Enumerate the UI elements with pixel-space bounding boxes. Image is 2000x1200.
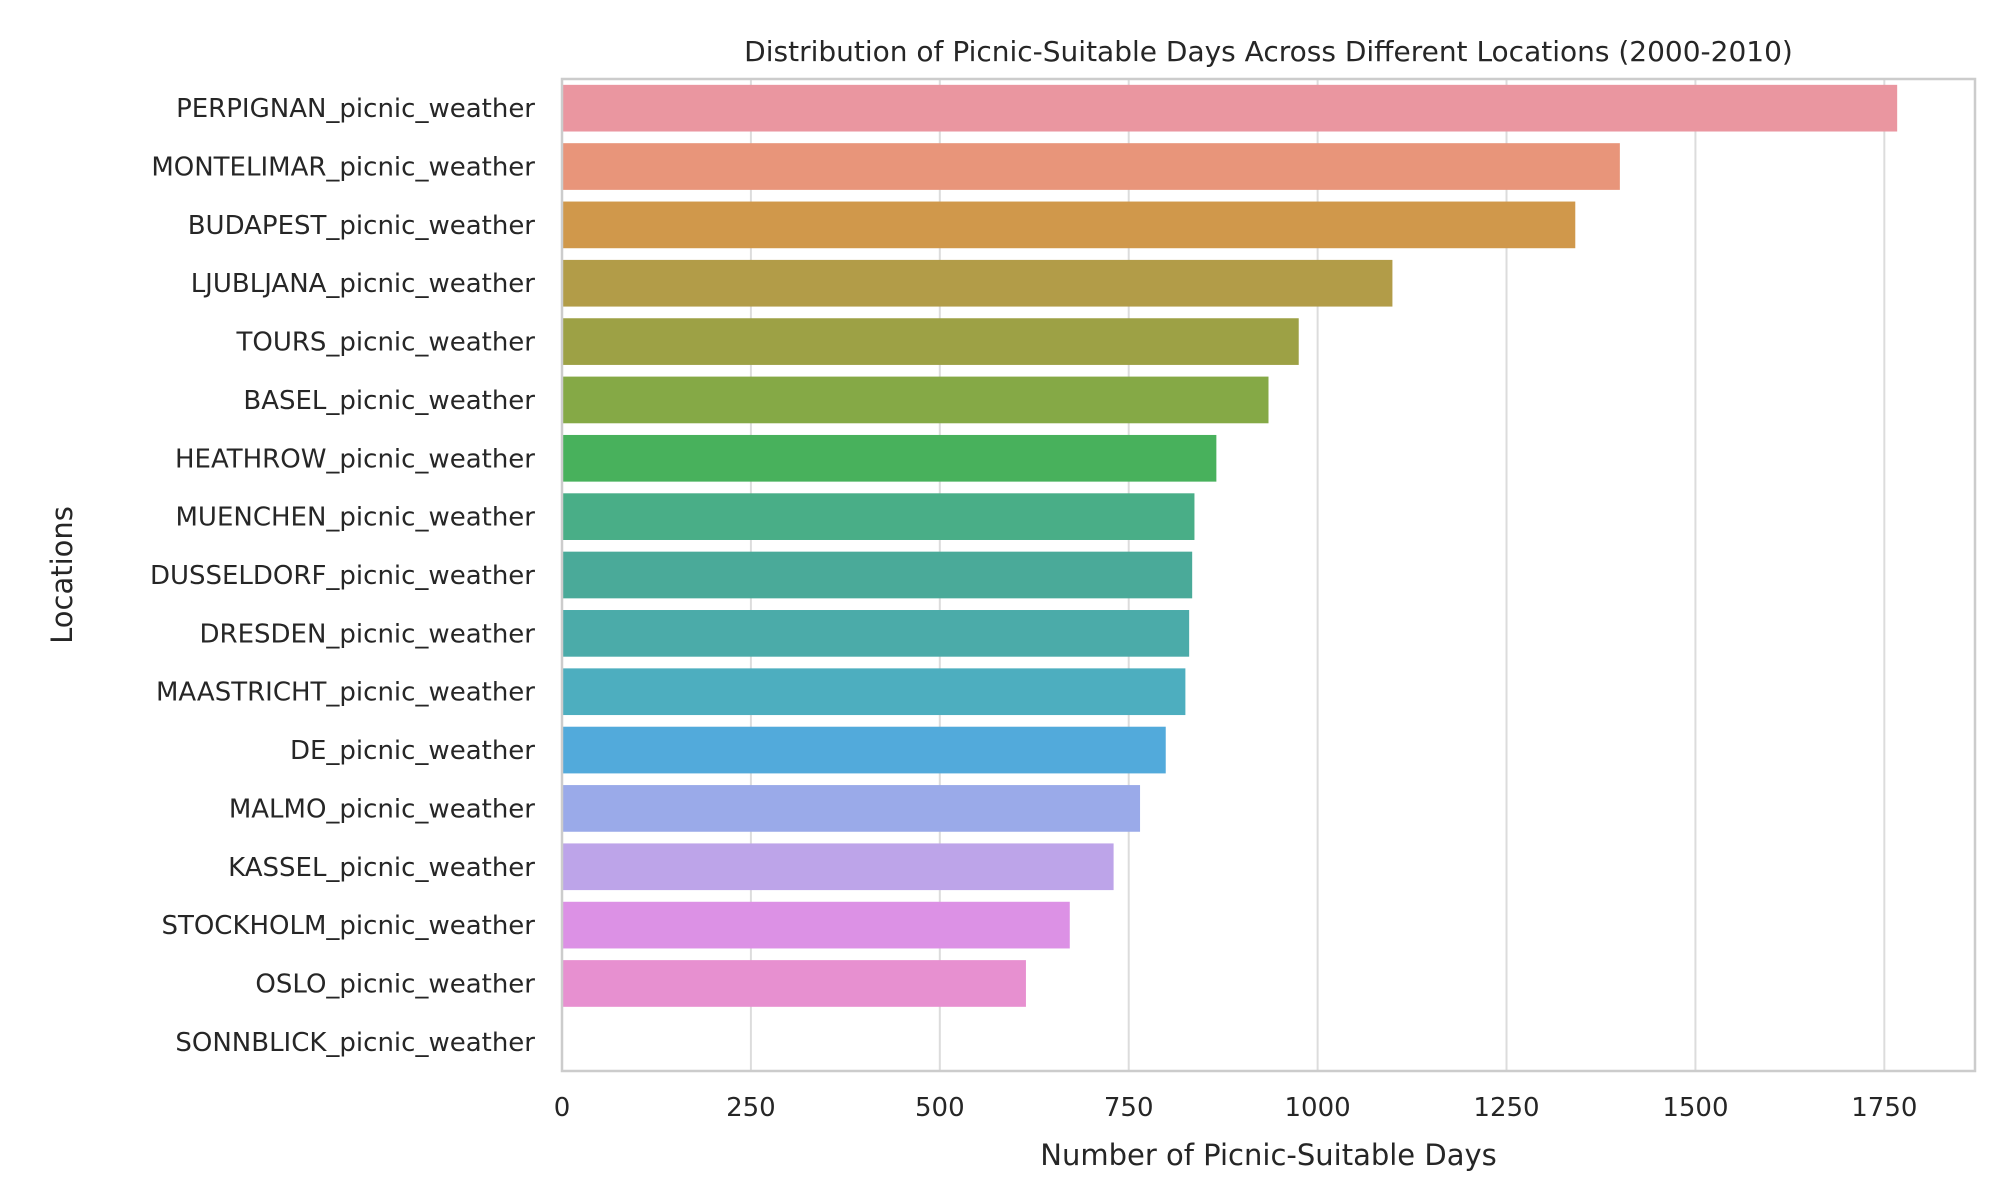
bar bbox=[562, 843, 1114, 891]
y-category-label: MONTELIMAR_picnic_weather bbox=[151, 153, 535, 183]
bar bbox=[562, 901, 1070, 949]
bar bbox=[562, 434, 1217, 482]
x-tick-label: 750 bbox=[1104, 1093, 1154, 1123]
x-tick-label: 1000 bbox=[1285, 1093, 1351, 1123]
x-tick-label: 250 bbox=[726, 1093, 776, 1123]
y-category-label: DUSSELDORF_picnic_weather bbox=[150, 561, 535, 591]
y-category-labels: PERPIGNAN_picnic_weather MONTELIMAR_picni… bbox=[150, 94, 535, 1058]
y-category-label: DE_picnic_weather bbox=[290, 736, 535, 766]
bar bbox=[562, 201, 1576, 249]
y-category-label: SONNBLICK_picnic_weather bbox=[175, 1028, 535, 1058]
bar bbox=[562, 668, 1186, 716]
y-category-label: OSLO_picnic_weather bbox=[255, 969, 535, 999]
x-tick-label: 500 bbox=[915, 1093, 965, 1123]
y-category-label: KASSEL_picnic_weather bbox=[228, 853, 535, 883]
x-tick-label: 1500 bbox=[1662, 1093, 1728, 1123]
bar bbox=[562, 785, 1141, 832]
bar-chart: 0 250 500 750 1000 1250 1500 1750 PERPIGNAN_pic… bbox=[0, 0, 2000, 1200]
bar bbox=[562, 551, 1193, 599]
bar bbox=[562, 259, 1393, 307]
y-category-label: PERPIGNAN_picnic_weather bbox=[176, 94, 535, 124]
x-tick-label: 0 bbox=[554, 1093, 571, 1123]
bar bbox=[562, 610, 1190, 657]
y-category-label: TOURS_picnic_weather bbox=[235, 328, 535, 358]
x-tick-label: 1250 bbox=[1473, 1093, 1539, 1123]
bar bbox=[562, 726, 1166, 774]
bar bbox=[562, 960, 1026, 1007]
y-category-label: BUDAPEST_picnic_weather bbox=[188, 211, 536, 241]
y-category-label: DRESDEN_picnic_weather bbox=[200, 619, 536, 649]
y-category-label: LJUBLJANA_picnic_weather bbox=[191, 269, 536, 299]
y-category-label: HEATHROW_picnic_weather bbox=[175, 444, 535, 474]
x-axis-label: Number of Picnic-Suitable Days bbox=[1040, 1138, 1496, 1172]
y-axis-label: Locations bbox=[45, 506, 79, 644]
y-category-label: MUENCHEN_picnic_weather bbox=[176, 503, 536, 533]
x-tick-label: 1750 bbox=[1851, 1093, 1917, 1123]
y-category-label: STOCKHOLM_picnic_weather bbox=[161, 911, 535, 941]
bar bbox=[562, 493, 1195, 540]
bar bbox=[562, 376, 1269, 424]
bar bbox=[562, 143, 1620, 190]
bar bbox=[562, 84, 1898, 132]
y-category-label: MALMO_picnic_weather bbox=[229, 794, 535, 824]
chart-title: Distribution of Picnic-Suitable Days Acr… bbox=[744, 35, 1793, 68]
y-category-label: BASEL_picnic_weather bbox=[243, 386, 535, 416]
bar bbox=[562, 318, 1299, 365]
y-category-label: MAASTRICHT_picnic_weather bbox=[156, 678, 535, 708]
